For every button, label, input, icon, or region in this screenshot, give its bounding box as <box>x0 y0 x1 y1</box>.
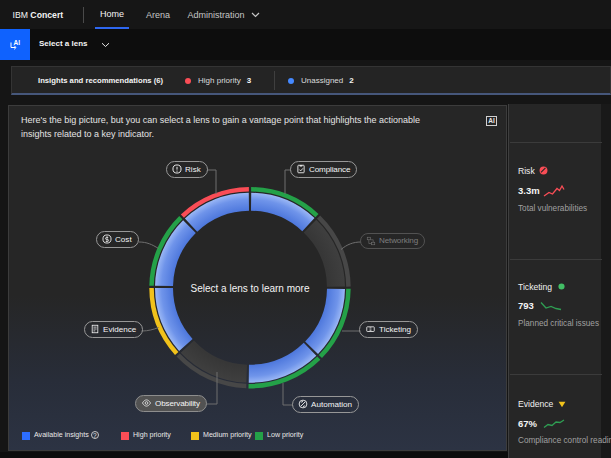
svg-text:AI: AI <box>14 39 21 46</box>
